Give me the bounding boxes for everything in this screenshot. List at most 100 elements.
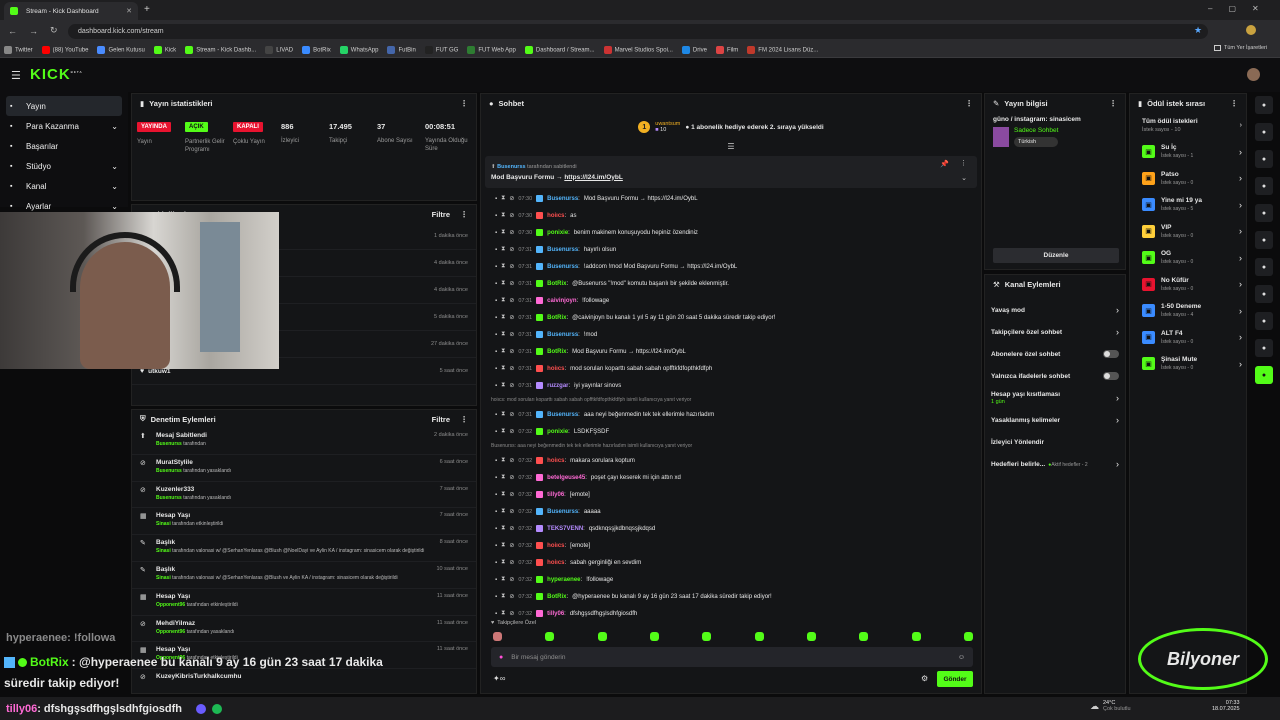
reward-item[interactable]: ▣ Şinasi Mute İstek sayısı - 0 ›: [1130, 351, 1246, 378]
more-icon[interactable]: ⋮: [460, 99, 468, 108]
follower-emote-icon[interactable]: [806, 632, 816, 641]
bolt-icon[interactable]: ●: [1255, 177, 1273, 195]
bookmark-item[interactable]: BotRix: [302, 45, 331, 54]
timeout-icon[interactable]: ⧗: [501, 542, 505, 549]
delete-icon[interactable]: ▪: [495, 492, 497, 498]
channel-action[interactable]: Hedefleri belirle... ●Aktif hedefler - 2 ›: [985, 453, 1125, 475]
message-user[interactable]: hoiıcs: [547, 560, 564, 566]
follower-emote-icon[interactable]: [493, 632, 502, 641]
all-rewards-item[interactable]: Tüm ödül istekleri İstek sayısı - 10 ›: [1130, 112, 1246, 139]
system-clock[interactable]: 07:33 18.07.2025: [1212, 700, 1240, 712]
delete-icon[interactable]: ▪: [495, 526, 497, 532]
message-user[interactable]: hoiıcs: [547, 213, 564, 219]
delete-icon[interactable]: ▪: [495, 458, 497, 464]
channel-action[interactable]: Hesap yaşı kısıtlaması 1 gün ›: [985, 387, 1125, 409]
spy-icon[interactable]: ●: [1255, 150, 1273, 168]
spotify-icon[interactable]: [212, 703, 223, 714]
delete-icon[interactable]: ▪: [495, 412, 497, 418]
timeout-icon[interactable]: ⧗: [501, 229, 505, 236]
delete-icon[interactable]: ▪: [495, 298, 497, 304]
timeout-icon[interactable]: ⧗: [501, 263, 505, 270]
moderation-actor[interactable]: Busenurss: [156, 468, 182, 474]
ban-icon[interactable]: ⊘: [509, 314, 514, 321]
message-user[interactable]: Busenurss: [547, 264, 578, 270]
ban-icon[interactable]: ⊘: [509, 229, 514, 236]
timeout-icon[interactable]: ⧗: [501, 593, 505, 600]
delete-icon[interactable]: ▪: [495, 196, 497, 202]
close-window-icon[interactable]: ✕: [1252, 4, 1259, 13]
message-user[interactable]: hyperaenee: [547, 577, 580, 583]
edit-stream-button[interactable]: Düzenle: [993, 248, 1119, 263]
message-user[interactable]: Busenurss: [547, 412, 578, 418]
window-icon[interactable]: ●: [1255, 285, 1273, 303]
send-button[interactable]: Gönder: [937, 671, 973, 687]
timeout-icon[interactable]: ⧗: [501, 474, 505, 481]
sidebar-item-0[interactable]: ▪ Yayın: [6, 96, 122, 116]
delete-icon[interactable]: ▪: [495, 349, 497, 355]
info-icon[interactable]: ●: [1255, 96, 1273, 114]
timeout-icon[interactable]: ⧗: [501, 348, 505, 355]
message-user[interactable]: ponixie: [547, 230, 568, 236]
bookmark-item[interactable]: WhatsApp: [339, 45, 378, 54]
timeout-icon[interactable]: ⧗: [501, 576, 505, 583]
more-icon[interactable]: ⋮: [460, 210, 468, 219]
reward-item[interactable]: ▣ Su İç İstek sayısı - 1 ›: [1130, 139, 1246, 166]
message-user[interactable]: BotRix: [547, 281, 566, 287]
all-bookmarks[interactable]: Tüm Yer İşaretleri: [1214, 45, 1267, 51]
tool-icon[interactable]: ●: [1255, 312, 1273, 330]
timeout-icon[interactable]: ⧗: [501, 508, 505, 515]
ban-icon[interactable]: ⊘: [509, 348, 514, 355]
follower-emote-icon[interactable]: [545, 632, 555, 641]
reward-item[interactable]: ▣ Patso İstek sayısı - 0 ›: [1130, 165, 1246, 192]
chat-settings-icon[interactable]: ⚙: [921, 674, 928, 683]
bookmark-star-icon[interactable]: ★: [1194, 25, 1202, 36]
ban-icon[interactable]: ⊘: [509, 610, 514, 617]
bookmark-item[interactable]: FUT Web App: [467, 45, 516, 54]
timeout-icon[interactable]: ⧗: [501, 457, 505, 464]
timeout-icon[interactable]: ⧗: [501, 246, 505, 253]
reward-item[interactable]: ▣ VIP İstek sayısı - 0 ›: [1130, 218, 1246, 245]
bookmark-item[interactable]: LIVAD: [265, 45, 293, 54]
bookmark-item[interactable]: Marvel Studios Spoi...: [603, 45, 673, 54]
bookmark-item[interactable]: Drive: [681, 45, 707, 54]
sidebar-item-1[interactable]: ▪ Para Kazanma ⌄: [0, 116, 128, 136]
delete-icon[interactable]: ▪: [495, 560, 497, 566]
timeout-icon[interactable]: ⧗: [501, 314, 505, 321]
ban-icon[interactable]: ⊘: [509, 212, 514, 219]
follower-emote-icon[interactable]: [702, 632, 712, 641]
mic-icon[interactable]: ●: [499, 654, 503, 661]
message-user[interactable]: caivinjoyn: [547, 298, 576, 304]
category-name[interactable]: Sadece Sohbet: [1014, 127, 1058, 134]
delete-icon[interactable]: ▪: [495, 315, 497, 321]
timeout-icon[interactable]: ⧗: [501, 280, 505, 287]
channel-action[interactable]: Takipçilere özel sohbet ›: [985, 321, 1125, 343]
message-user[interactable]: hoiıcs: [547, 458, 564, 464]
delete-icon[interactable]: ▪: [495, 264, 497, 270]
message-user[interactable]: BotRix: [547, 349, 566, 355]
channel-action[interactable]: Yalnızca ifadelerle sohbet: [985, 365, 1125, 387]
activity-filter-button[interactable]: Filtre: [432, 210, 450, 219]
delete-icon[interactable]: ▪: [495, 383, 497, 389]
follower-emote-icon[interactable]: [859, 632, 869, 641]
weather-widget[interactable]: ☁ 24°C Çok bulutlu: [1090, 700, 1131, 712]
message-user[interactable]: BotRix: [547, 594, 566, 600]
moderation-actor[interactable]: Sinasi: [156, 575, 171, 581]
ban-icon[interactable]: ⊘: [509, 428, 514, 435]
follower-emote-icon[interactable]: [963, 632, 973, 641]
channel-action[interactable]: Abonelere özel sohbet: [985, 343, 1125, 365]
back-icon[interactable]: ←: [8, 26, 17, 36]
chat-icon[interactable]: ●: [1255, 123, 1273, 141]
delete-icon[interactable]: ▪: [495, 475, 497, 481]
ban-icon[interactable]: ⊘: [509, 474, 514, 481]
ban-icon[interactable]: ⊘: [509, 457, 514, 464]
clip-icon[interactable]: ●: [1255, 204, 1273, 222]
delete-icon[interactable]: ▪: [495, 429, 497, 435]
taskbar-app-icon[interactable]: [196, 703, 207, 714]
moderation-actor[interactable]: Sinasi: [156, 521, 171, 527]
menu-icon[interactable]: ☰: [11, 69, 21, 82]
sidebar-item-3[interactable]: ▪ Stüdyo ⌄: [0, 156, 128, 176]
ban-icon[interactable]: ⊘: [509, 382, 514, 389]
delete-icon[interactable]: ▪: [495, 281, 497, 287]
follower-emote-icon[interactable]: [597, 632, 607, 641]
message-user[interactable]: Busenurss: [547, 247, 578, 253]
